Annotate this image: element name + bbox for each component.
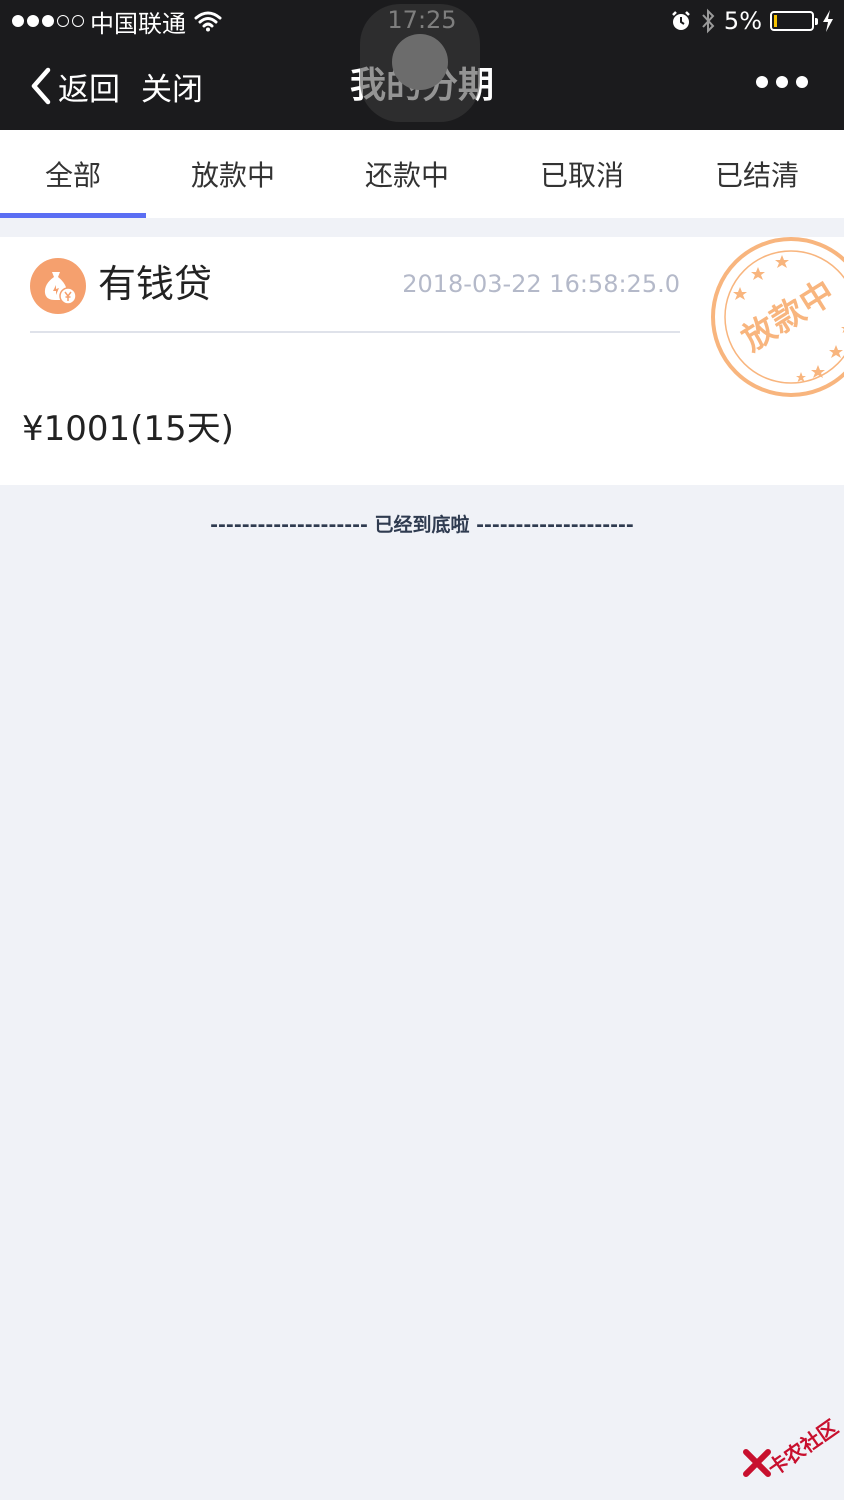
- status-right: 5%: [670, 6, 834, 36]
- tab-label: 已结清: [714, 159, 799, 192]
- tab-all[interactable]: 全部: [0, 130, 146, 218]
- money-bag-icon: [30, 258, 86, 314]
- bluetooth-icon: [702, 8, 715, 34]
- tab-label: 已取消: [539, 159, 624, 192]
- loan-product-name: 有钱贷: [98, 262, 213, 306]
- loan-amount: ¥1001(15天): [22, 409, 234, 449]
- loan-card[interactable]: 有钱贷 2018-03-22 16:58:25.0 ¥1001(15天) 放款中: [0, 237, 844, 485]
- tab-settled[interactable]: 已结清: [670, 130, 844, 218]
- alarm-icon: [672, 11, 690, 30]
- more-dot: [756, 76, 768, 88]
- charging-icon: [823, 10, 833, 32]
- status-stamp: 放款中: [706, 237, 844, 399]
- tab-label: 还款中: [364, 159, 449, 192]
- tab-cancelled[interactable]: 已取消: [494, 130, 670, 218]
- watermark-text: 卡农社区: [763, 1414, 843, 1481]
- more-dot: [796, 76, 808, 88]
- more-options-icon[interactable]: [756, 76, 808, 88]
- battery-fill: [774, 15, 777, 27]
- tab-repaying[interactable]: 还款中: [320, 130, 494, 218]
- tab-label: 放款中: [190, 159, 275, 192]
- divider: [30, 331, 680, 333]
- tab-bar: 全部 放款中 还款中 已取消 已结清: [0, 130, 844, 218]
- battery-tip: [815, 18, 818, 25]
- screen-recording-indicator[interactable]: [360, 4, 480, 122]
- tab-label: 全部: [44, 159, 101, 192]
- more-dot: [776, 76, 788, 88]
- end-of-list-text: -------------------- 已经到底啦 -------------…: [210, 514, 634, 536]
- money-bag-glyph: [44, 272, 77, 305]
- tab-disbursing[interactable]: 放款中: [146, 130, 320, 218]
- loan-timestamp: 2018-03-22 16:58:25.0: [402, 270, 680, 298]
- watermark-logo: 卡农社区: [740, 1396, 844, 1486]
- battery-percent: 5%: [723, 7, 762, 35]
- battery-icon: [770, 11, 818, 31]
